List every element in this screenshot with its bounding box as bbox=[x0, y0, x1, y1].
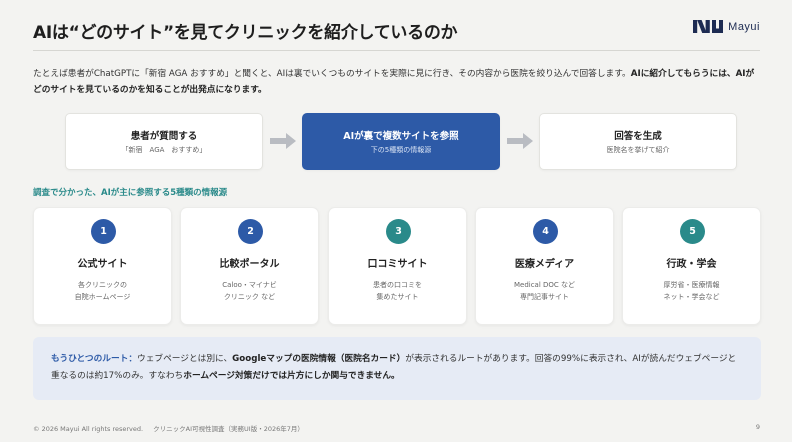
brand-logo: Mayui bbox=[693, 20, 760, 33]
source-title: 公式サイト bbox=[77, 259, 128, 270]
number-badge: 3 bbox=[386, 219, 411, 244]
flow-step-title: 患者が質問する bbox=[130, 131, 198, 142]
intro-paragraph: たとえば患者がChatGPTに「新宿 AGA おすすめ」と聞くと、AIは裏でいく… bbox=[33, 66, 761, 98]
source-card-medical-media: 4 医療メディア Medical DOC など 専門記事サイト bbox=[475, 207, 614, 325]
source-desc: 専門記事サイト bbox=[520, 293, 569, 301]
section-label: 調査で分かった、AIが主に参照する5種類の情報源 bbox=[33, 188, 228, 198]
page-number: 9 bbox=[755, 423, 760, 431]
copyright: © 2026 Mayui All rights reserved. bbox=[33, 425, 144, 433]
source-card-official-site: 1 公式サイト 各クリニックの 自院ホームページ bbox=[33, 207, 172, 325]
source-desc: クリニック など bbox=[223, 293, 276, 301]
flow-step-subtitle: 医院名を挙げて紹介 bbox=[606, 146, 670, 154]
source-desc: 自院ホームページ bbox=[74, 293, 131, 301]
source-card-government: 5 行政・学会 厚労省・医療情報 ネット・学会など bbox=[622, 207, 761, 325]
source-desc: ネット・学会など bbox=[663, 293, 720, 301]
source-desc: 各クリニックの bbox=[78, 281, 127, 289]
flow-step-question: 患者が質問する 「新宿 AGA おすすめ」 bbox=[65, 113, 263, 170]
source-desc: 患者の口コミを bbox=[373, 281, 422, 289]
flow-step-reference: AIが裏で複数サイトを参照 下の5種類の情報源 bbox=[302, 113, 500, 170]
number-badge: 1 bbox=[91, 219, 116, 244]
source-desc: Medical DOC など bbox=[513, 281, 576, 289]
source-title: 比較ポータル bbox=[219, 259, 280, 270]
note-box: もうひとつのルート：ウェブページとは別に、Googleマップの医院情報（医院名カ… bbox=[33, 337, 761, 400]
title-divider bbox=[33, 50, 760, 51]
logo-text: Mayui bbox=[728, 20, 760, 33]
flow-step-subtitle: 「新宿 AGA おすすめ」 bbox=[121, 146, 207, 154]
note-emphasis: Googleマップの医院情報（医院名カード） bbox=[232, 354, 406, 364]
number-badge: 5 bbox=[680, 219, 705, 244]
arrow-right-icon bbox=[507, 133, 533, 149]
flow-step-subtitle: 下の5種類の情報源 bbox=[370, 146, 432, 154]
note-emphasis: ホームページ対策だけでは片方にしか関与できません。 bbox=[183, 371, 400, 381]
page-title: AIは“どのサイト”を見てクリニックを紹介しているのか bbox=[33, 23, 458, 43]
arrow-right-icon bbox=[270, 133, 296, 149]
report-name: クリニックAI可視性調査（実務UI版・2026年7月） bbox=[153, 425, 304, 433]
note-text: ウェブページとは別に、 bbox=[137, 354, 233, 364]
source-card-review-site: 3 口コミサイト 患者の口コミを 集めたサイト bbox=[328, 207, 467, 325]
note-lead: もうひとつのルート： bbox=[51, 354, 138, 364]
source-title: 行政・学会 bbox=[666, 259, 717, 270]
footer: © 2026 Mayui All rights reserved. クリニックA… bbox=[33, 423, 312, 433]
process-flow: 患者が質問する 「新宿 AGA おすすめ」 AIが裏で複数サイトを参照 下の5種… bbox=[65, 113, 737, 170]
flow-step-title: 回答を生成 bbox=[614, 131, 662, 142]
source-desc: 厚労省・医療情報 bbox=[663, 281, 720, 289]
source-desc: 集めたサイト bbox=[376, 293, 419, 301]
source-title: 医療メディア bbox=[514, 259, 575, 270]
mayui-logo-icon bbox=[693, 20, 724, 33]
source-desc: Caloo・マイナビ bbox=[222, 281, 277, 289]
source-card-comparison-portal: 2 比較ポータル Caloo・マイナビ クリニック など bbox=[180, 207, 319, 325]
source-title: 口コミサイト bbox=[367, 259, 428, 270]
source-cards: 1 公式サイト 各クリニックの 自院ホームページ 2 比較ポータル Caloo・… bbox=[33, 207, 761, 325]
intro-text: たとえば患者がChatGPTに「新宿 AGA おすすめ」と聞くと、AIは裏でいく… bbox=[33, 69, 631, 79]
number-badge: 4 bbox=[533, 219, 558, 244]
number-badge: 2 bbox=[238, 219, 263, 244]
flow-step-title: AIが裏で複数サイトを参照 bbox=[343, 131, 459, 142]
flow-step-answer: 回答を生成 医院名を挙げて紹介 bbox=[539, 113, 737, 170]
